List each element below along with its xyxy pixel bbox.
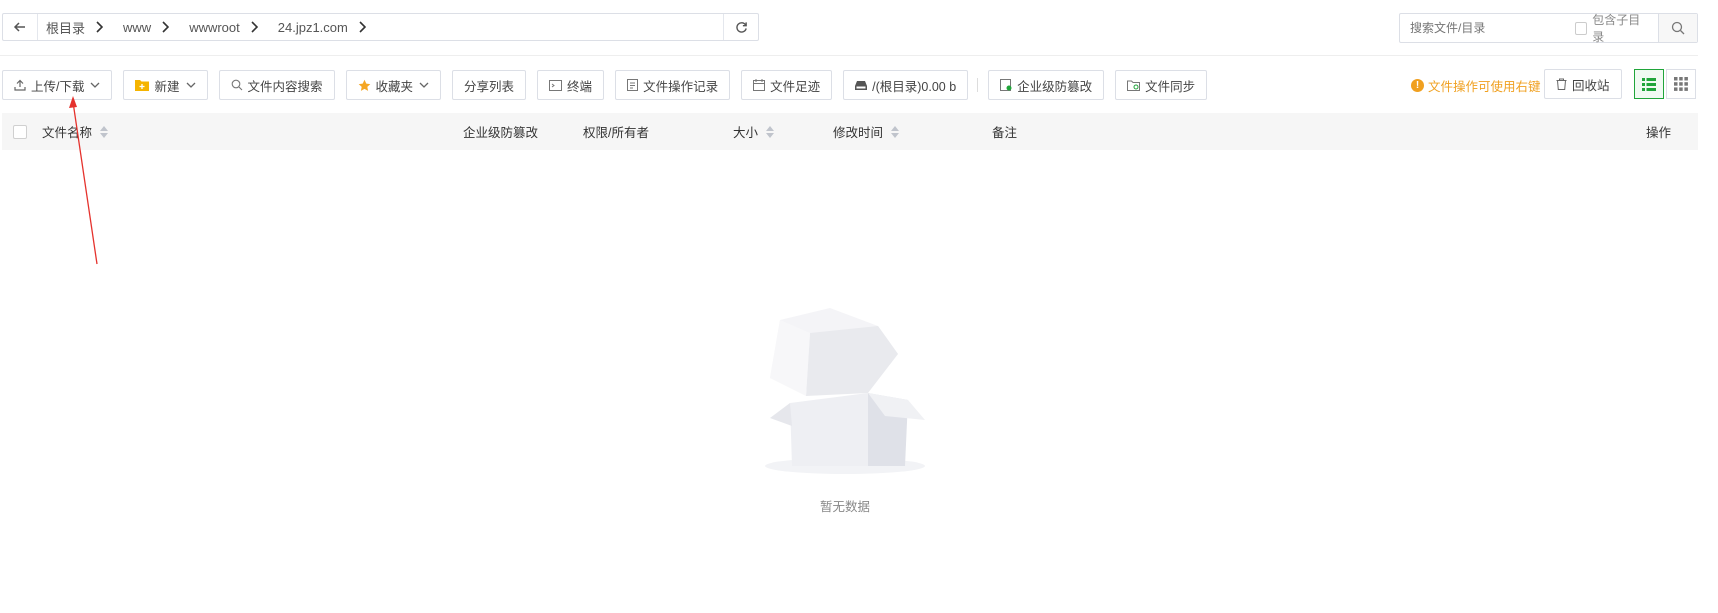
refresh-icon <box>735 21 747 33</box>
grid-view-icon <box>1674 77 1688 91</box>
include-subdir-label: 包含子目录 <box>1592 13 1641 44</box>
column-mtime-label: 修改时间 <box>833 126 884 140</box>
back-button[interactable] <box>3 14 38 40</box>
column-permission-label: 权限/所有者 <box>583 126 649 140</box>
disk-button[interactable]: /(根目录)0.00 b <box>843 70 969 100</box>
chevron-down-icon <box>186 82 195 88</box>
breadcrumb-label: www <box>123 19 152 35</box>
sort-icon <box>766 125 775 138</box>
tamper-protection-label: 企业级防篡改 <box>1017 79 1093 94</box>
new-button[interactable]: 新建 <box>123 70 208 100</box>
chevron-down-icon <box>419 82 429 88</box>
column-tamper: 企业级防篡改 <box>463 113 538 150</box>
column-tamper-label: 企业级防篡改 <box>463 126 539 140</box>
breadcrumb-item-root[interactable]: 根目录 <box>38 18 115 37</box>
terminal-icon <box>549 79 563 91</box>
trash-icon <box>1556 78 1567 90</box>
toolbar: 上传/下载 新建 文件内容搜索 收藏夹 分享列表 终端 文件操作记录 文件足迹 … <box>2 69 1218 101</box>
calendar-icon <box>753 79 766 91</box>
share-list-button[interactable]: 分享列表 <box>452 70 527 100</box>
terminal-label: 终端 <box>567 79 593 94</box>
favorites-button[interactable]: 收藏夹 <box>345 70 442 100</box>
disk-icon <box>855 81 868 90</box>
content-search-label: 文件内容搜索 <box>247 79 323 94</box>
breadcrumb-label: 24.jpz1.com <box>277 19 348 35</box>
sort-icon <box>891 125 900 138</box>
column-name[interactable]: 文件名称 <box>42 113 109 150</box>
footprint-button[interactable]: 文件足迹 <box>741 70 833 100</box>
sync-folder-icon <box>1127 80 1141 91</box>
back-arrow-icon <box>13 22 25 32</box>
column-note-label: 备注 <box>992 126 1018 140</box>
address-bar: 根目录 www wwwroot 24.jpz1.com <box>2 13 759 41</box>
empty-state-text: 暂无数据 <box>819 500 870 514</box>
star-icon <box>358 79 370 91</box>
search-icon <box>231 79 242 91</box>
select-all-cell <box>13 113 27 150</box>
tip-text: 文件操作可使用右键 <box>1428 80 1541 94</box>
folder-plus-icon <box>135 80 150 91</box>
terminal-button[interactable]: 终端 <box>537 70 605 100</box>
search-button[interactable] <box>1658 14 1697 42</box>
column-ops: 操作 <box>1646 113 1671 150</box>
grid-view-button[interactable] <box>1666 69 1696 99</box>
list-view-icon <box>1642 77 1656 91</box>
footprint-label: 文件足迹 <box>770 79 821 94</box>
operation-log-label: 文件操作记录 <box>643 79 719 94</box>
list-view-button[interactable] <box>1634 69 1664 99</box>
breadcrumb-item-wwwroot[interactable]: wwwroot <box>181 20 270 35</box>
file-sync-label: 文件同步 <box>1145 79 1196 94</box>
column-note: 备注 <box>992 113 1017 150</box>
file-search-box: 包含子目录 <box>1399 11 1698 45</box>
breadcrumb-item-site[interactable]: 24.jpz1.com <box>270 20 378 35</box>
chevron-right-icon <box>359 21 366 33</box>
checkbox[interactable] <box>1575 21 1588 35</box>
search-icon <box>1672 21 1685 35</box>
file-table-header: 文件名称 企业级防篡改 权限/所有者 大小 修改时间 备注 操作 <box>2 113 1698 150</box>
column-name-label: 文件名称 <box>42 126 93 140</box>
column-size[interactable]: 大小 <box>733 113 775 150</box>
info-icon: ! <box>1411 79 1424 92</box>
column-mtime[interactable]: 修改时间 <box>833 113 900 150</box>
log-icon <box>627 79 639 91</box>
recycle-bin-label: 回收站 <box>1572 78 1610 93</box>
include-subdir-checkbox[interactable]: 包含子目录 <box>1575 11 1648 45</box>
right-click-tip: ! 文件操作可使用右键 <box>1411 76 1541 95</box>
toolbar-separator <box>977 78 979 92</box>
content-search-button[interactable]: 文件内容搜索 <box>218 70 335 100</box>
recycle-bin-button[interactable]: 回收站 <box>1544 69 1622 99</box>
new-label: 新建 <box>154 79 180 94</box>
empty-box-illustration <box>765 308 925 474</box>
divider <box>0 55 1698 56</box>
select-all-checkbox[interactable] <box>13 124 27 139</box>
chevron-down-icon <box>91 82 100 88</box>
operation-log-button[interactable]: 文件操作记录 <box>615 70 731 100</box>
chevron-right-icon <box>162 21 170 33</box>
favorites-label: 收藏夹 <box>375 79 414 94</box>
sort-icon <box>100 125 109 138</box>
upload-download-button[interactable]: 上传/下载 <box>2 70 113 100</box>
upload-icon <box>14 79 26 91</box>
tamper-protection-button[interactable]: 企业级防篡改 <box>988 70 1105 100</box>
breadcrumb-item-www[interactable]: www <box>115 20 181 35</box>
column-ops-label: 操作 <box>1646 126 1672 140</box>
breadcrumb: 根目录 www wwwroot 24.jpz1.com <box>38 14 723 40</box>
upload-download-label: 上传/下载 <box>31 79 85 94</box>
file-sync-button[interactable]: 文件同步 <box>1115 70 1208 100</box>
refresh-button[interactable] <box>723 14 758 40</box>
breadcrumb-label: 根目录 <box>46 20 86 36</box>
chevron-right-icon <box>96 21 104 33</box>
column-size-label: 大小 <box>733 126 759 140</box>
column-permission: 权限/所有者 <box>583 113 649 150</box>
share-list-label: 分享列表 <box>464 79 515 94</box>
breadcrumb-label: wwwroot <box>189 19 240 35</box>
search-input[interactable] <box>1400 14 1575 42</box>
shield-icon <box>1000 79 1012 91</box>
disk-label: /(根目录)0.00 b <box>872 79 957 94</box>
chevron-right-icon <box>251 21 258 33</box>
